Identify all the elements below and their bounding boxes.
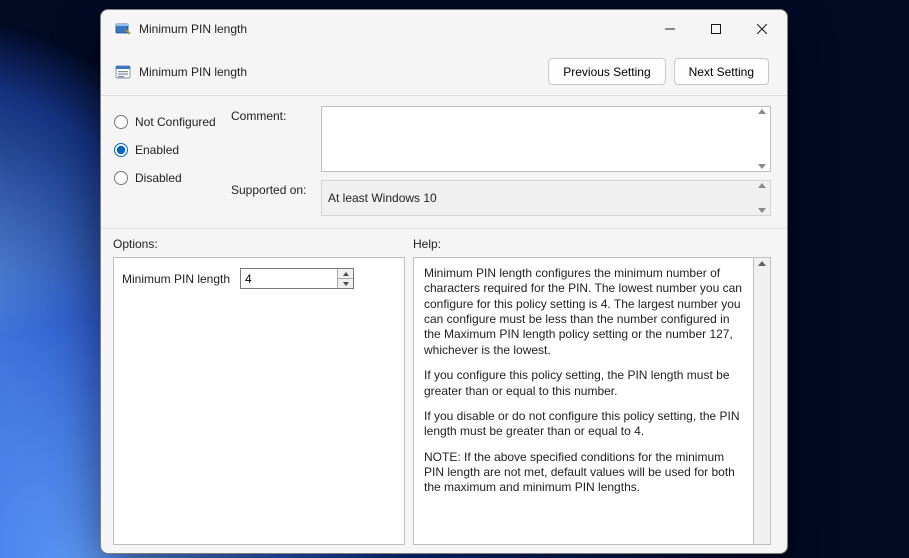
chevron-up-icon <box>758 261 766 266</box>
chevron-up-icon <box>758 183 766 188</box>
comment-label: Comment: <box>231 106 321 172</box>
radio-enabled-input[interactable] <box>114 143 128 157</box>
help-wrap: Minimum PIN length configures the minimu… <box>413 257 771 545</box>
supported-on-field: At least Windows 10 <box>321 180 771 216</box>
maximize-button[interactable] <box>693 10 739 48</box>
lower-panels: Minimum PIN length Minimum PIN length co… <box>101 257 787 553</box>
window-title: Minimum PIN length <box>139 22 247 36</box>
supported-on-value: At least Windows 10 <box>328 191 437 205</box>
previous-setting-button[interactable]: Previous Setting <box>548 58 665 85</box>
close-button[interactable] <box>739 10 785 48</box>
state-radio-group: Not Configured Enabled Disabled <box>113 106 231 216</box>
policy-setting-icon <box>115 64 131 80</box>
supported-scroll-arrows <box>756 183 768 213</box>
policy-name: Minimum PIN length <box>139 65 247 79</box>
help-paragraph: Minimum PIN length configures the minimu… <box>424 266 743 358</box>
radio-not-configured-input[interactable] <box>114 115 128 129</box>
help-paragraph: If you configure this policy setting, th… <box>424 368 743 399</box>
chevron-up-icon <box>758 109 766 114</box>
nav-buttons: Previous Setting Next Setting <box>548 58 769 85</box>
chevron-up-icon <box>343 272 349 276</box>
supported-on-label: Supported on: <box>231 180 321 216</box>
policy-header: Minimum PIN length Previous Setting Next… <box>101 48 787 96</box>
config-area: Not Configured Enabled Disabled Comment:… <box>101 96 787 229</box>
radio-disabled-label: Disabled <box>135 171 182 185</box>
radio-enabled-label: Enabled <box>135 143 179 157</box>
min-pin-option-row: Minimum PIN length <box>122 268 396 289</box>
min-pin-length-label: Minimum PIN length <box>122 272 230 286</box>
comment-scroll-arrows <box>756 109 768 169</box>
titlebar: Minimum PIN length <box>101 10 787 48</box>
radio-enabled[interactable]: Enabled <box>113 136 231 164</box>
radio-disabled[interactable]: Disabled <box>113 164 231 192</box>
radio-not-configured[interactable]: Not Configured <box>113 108 231 136</box>
stepper-up-button[interactable] <box>338 269 353 278</box>
minimize-button[interactable] <box>647 10 693 48</box>
chevron-down-icon <box>343 282 349 286</box>
radio-disabled-input[interactable] <box>114 171 128 185</box>
stepper-down-button[interactable] <box>338 278 353 288</box>
help-scrollbar[interactable] <box>754 257 771 545</box>
gpedit-app-icon <box>115 21 131 37</box>
help-panel: Minimum PIN length configures the minimu… <box>413 257 754 545</box>
chevron-down-icon <box>758 208 766 213</box>
options-section-label: Options: <box>113 237 413 251</box>
section-labels: Options: Help: <box>101 229 787 257</box>
help-paragraph: NOTE: If the above specified conditions … <box>424 450 743 496</box>
options-panel: Minimum PIN length <box>113 257 405 545</box>
help-paragraph: If you disable or do not configure this … <box>424 409 743 440</box>
min-pin-length-stepper[interactable] <box>240 268 354 289</box>
help-section-label: Help: <box>413 237 441 251</box>
min-pin-length-input[interactable] <box>241 269 337 288</box>
window-controls <box>647 10 785 48</box>
chevron-down-icon <box>758 164 766 169</box>
next-setting-button[interactable]: Next Setting <box>674 58 769 85</box>
radio-not-configured-label: Not Configured <box>135 115 216 129</box>
gpedit-policy-window: Minimum PIN length Minimum PIN length <box>100 9 788 554</box>
comment-field[interactable] <box>321 106 771 172</box>
